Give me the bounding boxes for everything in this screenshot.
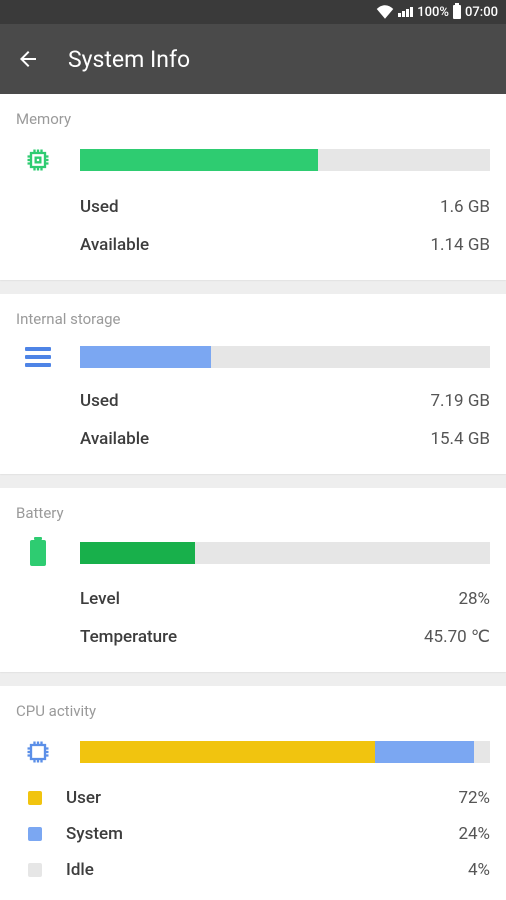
battery-level-row: Level 28% xyxy=(80,580,490,618)
cpu-chip-icon xyxy=(24,738,52,766)
storage-available-label: Available xyxy=(80,429,149,449)
storage-used-value: 7.19 GB xyxy=(430,391,490,411)
battery-title: Battery xyxy=(16,504,490,522)
battery-temp-row: Temperature 45.70 ℃ xyxy=(80,618,490,656)
storage-bar-fill xyxy=(80,346,211,368)
memory-available-label: Available xyxy=(80,235,149,255)
battery-temp-value: 45.70 ℃ xyxy=(424,627,490,647)
cpu-legend-idle: Idle 4% xyxy=(16,852,490,888)
cpu-legend-user: User 72% xyxy=(16,780,490,816)
battery-temp-label: Temperature xyxy=(80,627,177,647)
cpu-card: CPU activity User 72% System 24% Idle 4% xyxy=(0,686,506,900)
cpu-bar-segment-idle xyxy=(474,741,490,763)
cpu-legend-label: Idle xyxy=(66,860,444,880)
signal-icon xyxy=(398,7,413,17)
cpu-swatch-idle xyxy=(28,863,42,877)
cpu-legend-value: 4% xyxy=(468,860,490,880)
memory-bar xyxy=(80,149,490,171)
memory-available-value: 1.14 GB xyxy=(430,235,490,255)
page-title: System Info xyxy=(68,46,190,73)
memory-used-label: Used xyxy=(80,197,119,217)
battery-level-icon xyxy=(30,540,46,566)
battery-level-label: Level xyxy=(80,589,120,609)
cpu-bar xyxy=(80,741,490,763)
memory-card: Memory Used 1.6 GB Available 1.14 GB xyxy=(0,94,506,280)
status-time: 07:00 xyxy=(465,5,498,20)
app-bar: System Info xyxy=(0,24,506,94)
memory-title: Memory xyxy=(16,110,490,128)
storage-icon xyxy=(25,347,51,367)
cpu-legend-label: System xyxy=(66,824,434,844)
cpu-legend: User 72% System 24% Idle 4% xyxy=(16,780,490,888)
cpu-bar-segment-system xyxy=(375,741,473,763)
storage-available-row: Available 15.4 GB xyxy=(80,420,490,458)
storage-title: Internal storage xyxy=(16,310,490,328)
storage-bar xyxy=(80,346,490,368)
cpu-legend-value: 24% xyxy=(458,824,490,844)
battery-bar xyxy=(80,542,490,564)
memory-available-row: Available 1.14 GB xyxy=(80,226,490,264)
status-bar: 100% 07:00 xyxy=(0,0,506,24)
storage-used-label: Used xyxy=(80,391,119,411)
battery-card: Battery Level 28% Temperature 45.70 ℃ xyxy=(0,488,506,672)
wifi-icon xyxy=(376,5,394,19)
memory-used-value: 1.6 GB xyxy=(440,197,490,217)
storage-available-value: 15.4 GB xyxy=(430,429,490,449)
arrow-left-icon xyxy=(16,47,40,71)
cpu-bar-segment-user xyxy=(80,741,375,763)
memory-bar-fill xyxy=(80,149,318,171)
battery-icon xyxy=(453,5,461,19)
battery-level-value: 28% xyxy=(458,589,490,609)
content: Memory Used 1.6 GB Available 1.14 GB Int… xyxy=(0,94,506,900)
memory-chip-icon xyxy=(24,146,52,174)
cpu-swatch-system xyxy=(28,827,42,841)
storage-card: Internal storage Used 7.19 GB Available … xyxy=(0,294,506,474)
memory-used-row: Used 1.6 GB xyxy=(80,188,490,226)
cpu-swatch-user xyxy=(28,791,42,805)
cpu-legend-system: System 24% xyxy=(16,816,490,852)
back-button[interactable] xyxy=(16,47,40,71)
battery-bar-fill xyxy=(80,542,195,564)
cpu-legend-label: User xyxy=(66,788,434,808)
status-battery-pct: 100% xyxy=(417,5,449,20)
cpu-title: CPU activity xyxy=(16,702,490,720)
cpu-legend-value: 72% xyxy=(458,788,490,808)
storage-used-row: Used 7.19 GB xyxy=(80,382,490,420)
